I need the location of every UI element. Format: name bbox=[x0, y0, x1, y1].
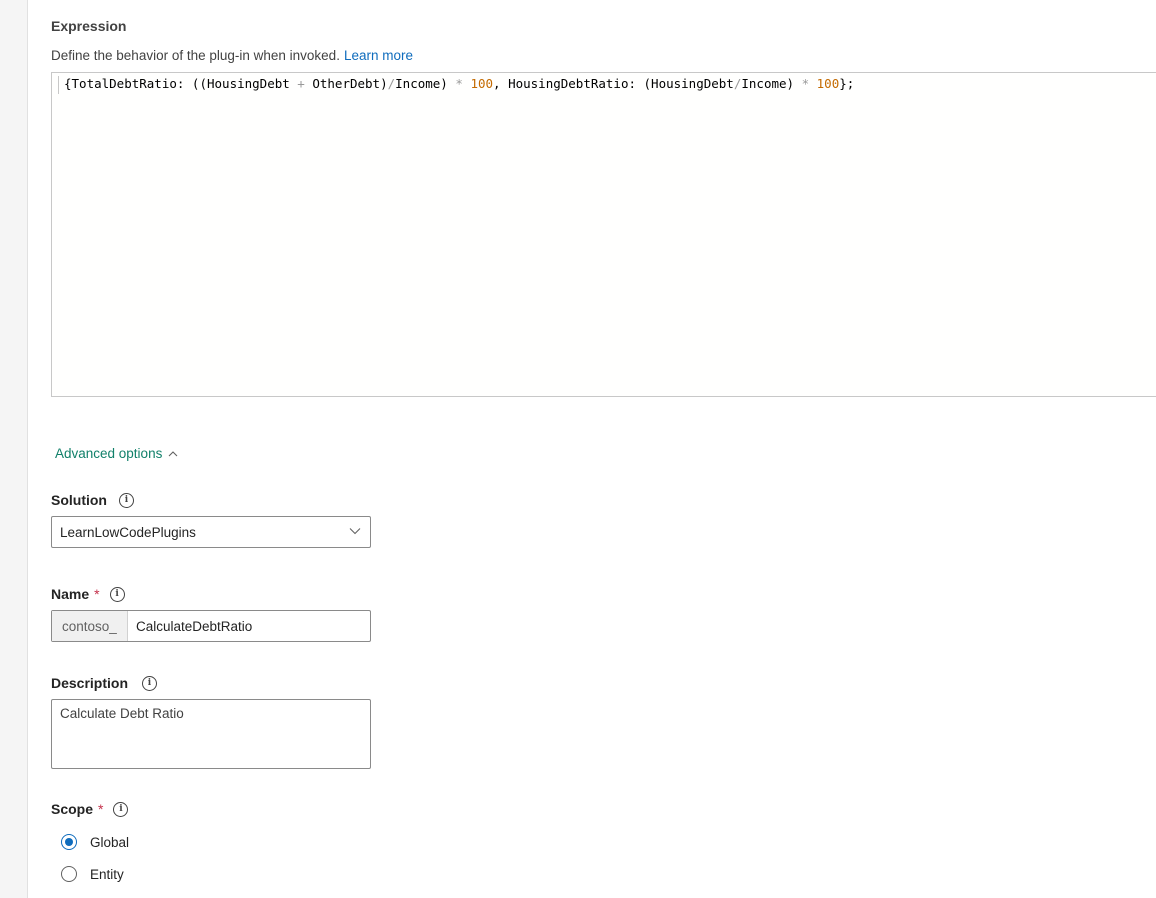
code-operator: + bbox=[297, 76, 305, 91]
required-asterisk: * bbox=[94, 586, 100, 602]
scope-option-label: Entity bbox=[90, 866, 124, 882]
description-value: Calculate Debt Ratio bbox=[60, 706, 184, 721]
info-icon[interactable]: i bbox=[109, 586, 125, 602]
name-label-row: Name * i bbox=[51, 586, 125, 602]
advanced-options-label: Advanced options bbox=[55, 446, 163, 461]
required-asterisk: * bbox=[98, 801, 104, 817]
expression-description: Define the behavior of the plug-in when … bbox=[51, 48, 413, 63]
code-number: 100 bbox=[470, 76, 494, 91]
info-icon[interactable]: i bbox=[142, 675, 158, 691]
scope-label: Scope bbox=[51, 801, 94, 817]
code-token: , HousingDebtRatio: (HousingDebt bbox=[493, 76, 734, 91]
description-label: Description bbox=[51, 675, 129, 691]
radio-unselected-icon[interactable] bbox=[61, 866, 77, 882]
chevron-up-icon bbox=[168, 450, 178, 456]
plugin-form: Expression Define the behavior of the pl… bbox=[51, 0, 1156, 898]
name-label: Name bbox=[51, 586, 90, 602]
solution-value: LearnLowCodePlugins bbox=[60, 525, 196, 540]
solution-dropdown[interactable]: LearnLowCodePlugins bbox=[51, 516, 371, 548]
chevron-down-icon bbox=[349, 528, 361, 535]
code-token: {TotalDebtRatio: ((HousingDebt bbox=[64, 76, 298, 91]
name-prefix: contoso_ bbox=[52, 611, 128, 641]
code-operator: * bbox=[455, 76, 463, 91]
solution-label: Solution bbox=[51, 492, 107, 508]
editor-cursor-line bbox=[58, 76, 59, 94]
left-rail bbox=[0, 0, 28, 898]
scope-option-entity[interactable]: Entity bbox=[61, 866, 124, 882]
learn-more-link[interactable]: Learn more bbox=[344, 48, 413, 63]
scope-option-global[interactable]: Global bbox=[61, 834, 129, 850]
code-token: OtherDebt) bbox=[304, 76, 388, 91]
name-input[interactable]: CalculateDebtRatio bbox=[128, 611, 370, 641]
advanced-options-toggle[interactable]: Advanced options bbox=[55, 446, 178, 461]
expression-editor[interactable]: {TotalDebtRatio: ((HousingDebt + OtherDe… bbox=[51, 72, 1156, 397]
name-field[interactable]: contoso_ CalculateDebtRatio bbox=[51, 610, 371, 642]
solution-label-row: Solution i bbox=[51, 492, 134, 508]
scope-label-row: Scope * i bbox=[51, 801, 129, 817]
info-icon[interactable]: i bbox=[119, 492, 134, 508]
code-number: 100 bbox=[816, 76, 840, 91]
code-token: }; bbox=[839, 76, 855, 91]
code-operator: * bbox=[801, 76, 810, 91]
expression-description-text: Define the behavior of the plug-in when … bbox=[51, 48, 340, 63]
description-label-row: Description i bbox=[51, 675, 158, 691]
code-token: Income) bbox=[741, 76, 802, 91]
description-textarea[interactable]: Calculate Debt Ratio bbox=[51, 699, 371, 769]
radio-selected-icon[interactable] bbox=[61, 834, 77, 850]
expression-title: Expression bbox=[51, 18, 127, 34]
code-token: Income) bbox=[395, 76, 456, 91]
expression-code[interactable]: {TotalDebtRatio: ((HousingDebt + OtherDe… bbox=[64, 75, 854, 93]
info-icon[interactable]: i bbox=[113, 801, 129, 817]
scope-option-label: Global bbox=[90, 834, 130, 850]
